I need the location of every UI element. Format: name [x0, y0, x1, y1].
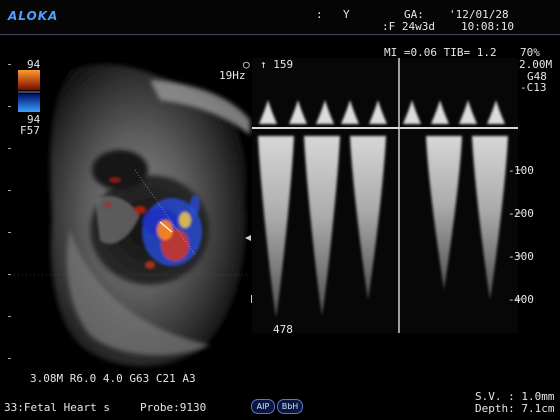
scale-label-300: 300 — [514, 250, 534, 263]
header-y-field: Y — [343, 8, 350, 21]
scale-minus-200: - — [508, 207, 515, 220]
ga-value: :F 24w3d — [382, 20, 435, 33]
brand-logo: ALOKA — [8, 9, 59, 23]
exam-time: 10:08:10 — [461, 20, 514, 33]
scale-label-200: 200 — [514, 207, 534, 220]
spectral-doppler — [252, 58, 518, 333]
bmode-image — [50, 64, 250, 367]
preset-name: 33:Fetal Heart s — [4, 401, 110, 414]
mi-tib-readout: MI =0.06 TIB= 1.2 — [384, 46, 497, 59]
scale-minus-300: - — [508, 250, 515, 263]
focus-marker — [245, 235, 251, 241]
scale-minus-100: - — [508, 164, 515, 177]
header-colon: : — [316, 8, 323, 21]
bbh-button[interactable]: BbH — [277, 399, 303, 414]
prf-readout: 19Hz — [219, 69, 246, 82]
scale-label-400: 400 — [514, 293, 534, 306]
scale-minus-400: - — [508, 293, 515, 306]
color-scale-top: 94 — [27, 58, 41, 71]
depth-ticks — [8, 64, 11, 359]
bottom-velocity: 478 — [273, 323, 293, 336]
header-separator — [0, 34, 560, 35]
color-scale-bar — [18, 70, 40, 112]
scale-label-100: 100 — [514, 164, 534, 177]
doppler-contrast: -C13 — [520, 81, 547, 94]
aip-button[interactable]: AIP — [251, 399, 275, 414]
velocity-scale-readout: ↑ 159 — [260, 58, 294, 71]
probe-label: Probe:9130 — [140, 401, 207, 414]
color-filter: F57 — [20, 124, 40, 137]
depth-readout: Depth: 7.1cm — [475, 402, 555, 415]
bmode-parameters: 3.08M R6.0 4.0 G63 C21 A3 — [30, 372, 196, 385]
